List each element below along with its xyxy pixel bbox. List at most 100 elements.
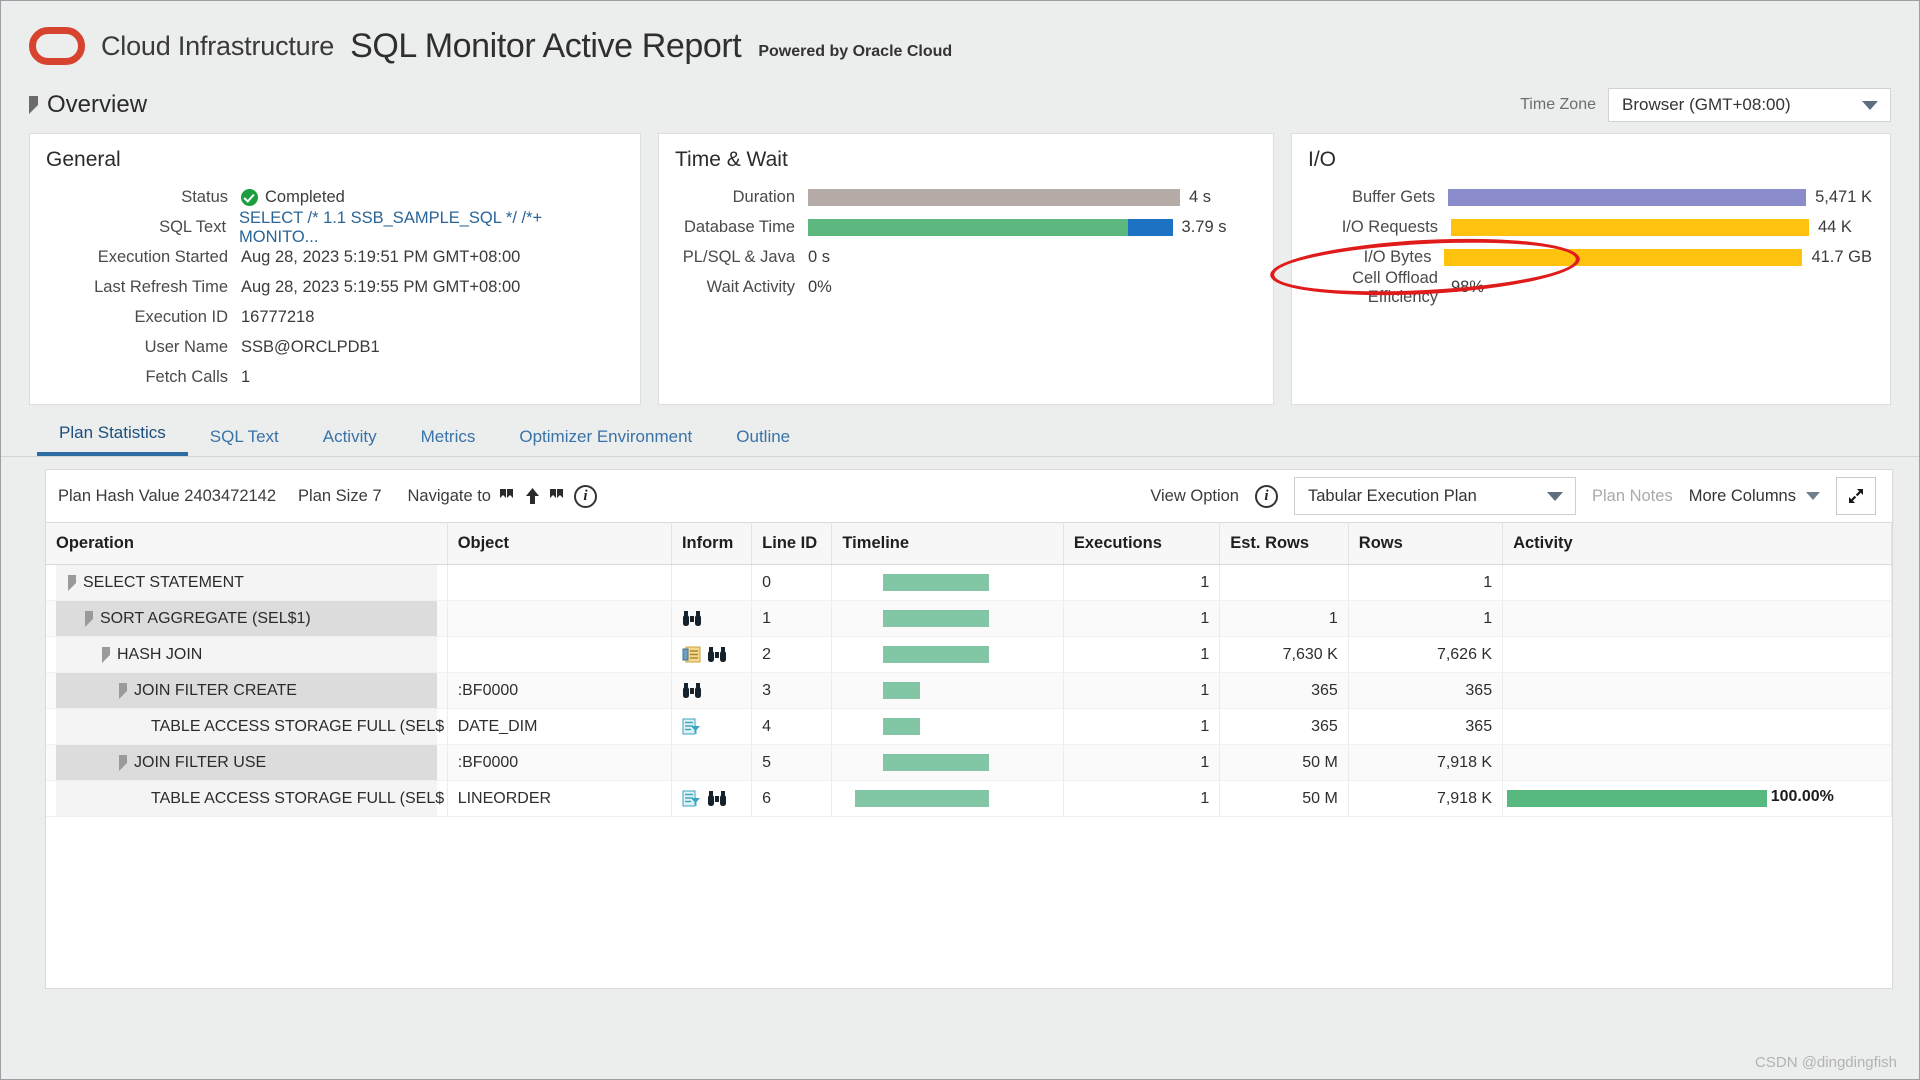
tab-sql-text[interactable]: SQL Text	[188, 427, 301, 456]
column-header-operation[interactable]: Operation	[46, 522, 448, 565]
navigate-up-icon[interactable]	[524, 487, 541, 506]
tab-optimizer-environment[interactable]: Optimizer Environment	[497, 427, 714, 456]
activity-bar	[1507, 790, 1767, 807]
cell-line-id: 3	[751, 672, 833, 709]
timezone-value: Browser (GMT+08:00)	[1622, 95, 1791, 114]
tab-activity[interactable]: Activity	[301, 427, 399, 456]
navigate-last-icon[interactable]	[548, 487, 567, 506]
table-row[interactable]: HASH JOIN 2 1 7,630 K 7,626 K	[46, 636, 1892, 673]
column-header-inform[interactable]: Inform	[671, 522, 753, 565]
cell-executions: 1	[1063, 636, 1221, 673]
io-row-label: Buffer Gets	[1351, 188, 1436, 206]
time_wait-row: Database Time 3.79 s	[675, 216, 1255, 239]
tab-outline[interactable]: Outline	[714, 427, 812, 456]
binoculars-icon[interactable]	[682, 682, 702, 700]
tab-bar: Plan Statistics SQL Text Activity Metrics Op…	[1, 405, 1919, 457]
note-icon[interactable]	[682, 646, 701, 663]
cell-executions: 1	[1063, 600, 1221, 637]
chevron-down-icon	[1546, 491, 1563, 501]
general-card-title: General	[46, 148, 121, 171]
view-option-info-icon[interactable]: i	[1254, 484, 1278, 508]
expand-panel-button[interactable]	[1836, 477, 1876, 515]
expand-triangle-icon[interactable]	[102, 646, 110, 663]
binoculars-icon[interactable]	[707, 646, 727, 664]
filter-table-icon[interactable]	[682, 790, 701, 808]
navigate-first-icon[interactable]	[498, 487, 517, 506]
table-row[interactable]: SELECT STATEMENT 0 1 1	[46, 564, 1892, 601]
general-row-value[interactable]: SELECT /* 1.1 SSB_SAMPLE_SQL */ /*+ MONI…	[239, 209, 622, 247]
time_wait-row-label: Database Time	[684, 218, 795, 236]
table-row[interactable]: SORT AGGREGATE (SEL$1) 1 1 1 1	[46, 600, 1892, 637]
navigate-to-group: Navigate to i	[408, 484, 597, 508]
column-header-line-id[interactable]: Line ID	[751, 522, 833, 565]
overview-toggle[interactable]: Overview	[29, 91, 147, 119]
cell-object: :BF0000	[447, 744, 672, 781]
check-circle-icon	[241, 189, 258, 206]
cell-rows: 7,918 K	[1348, 744, 1504, 781]
table-row[interactable]: JOIN FILTER USE:BF0000 5 1 50 M 7,918 K	[46, 744, 1892, 781]
time-and-wait-card: Time & Wait Duration 4 s Database Time 3.79…	[658, 133, 1274, 405]
cell-operation: HASH JOIN	[46, 636, 448, 673]
filter-table-icon[interactable]	[682, 718, 701, 736]
expand-triangle-icon[interactable]	[68, 574, 76, 591]
column-header-executions[interactable]: Executions	[1063, 522, 1221, 565]
cell-est-rows: 50 M	[1219, 780, 1349, 817]
bar-segment	[1451, 219, 1809, 236]
column-header-rows[interactable]: Rows	[1348, 522, 1504, 565]
time_wait-row-bar: 4 s	[808, 188, 1211, 207]
timezone-select[interactable]: Browser (GMT+08:00)	[1608, 88, 1891, 122]
more-columns-label: More Columns	[1688, 486, 1796, 505]
plan-notes-button[interactable]: Plan Notes	[1592, 487, 1673, 506]
timeline-bar	[883, 718, 920, 735]
cell-timeline	[831, 564, 1064, 601]
cell-timeline	[831, 600, 1064, 637]
table-row[interactable]: TABLE ACCESS STORAGE FULL (SEL$ DATE_DIM 4…	[46, 708, 1892, 745]
timeline-bar	[883, 610, 990, 627]
column-header-activity[interactable]: Activity	[1502, 522, 1892, 565]
binoculars-icon[interactable]	[682, 610, 702, 628]
view-option-select[interactable]: Tabular Execution Plan	[1293, 477, 1576, 515]
bar-segment	[808, 189, 1180, 206]
cell-operation: JOIN FILTER CREATE	[46, 672, 448, 709]
cell-timeline	[831, 636, 1064, 673]
cell-activity	[1502, 636, 1892, 673]
binoculars-icon[interactable]	[707, 790, 727, 808]
column-header-object[interactable]: Object	[447, 522, 672, 565]
plan-statistics-panel: Plan Hash Value 2403472142 Plan Size 7 N…	[45, 469, 1893, 989]
more-columns-dropdown[interactable]: More Columns	[1689, 487, 1820, 506]
cell-inform	[671, 636, 753, 673]
time_wait-row: Wait Activity 0%	[675, 276, 1255, 299]
tab-metrics[interactable]: Metrics	[399, 427, 498, 456]
time_wait-row-label: Duration	[732, 188, 795, 206]
table-row[interactable]: JOIN FILTER CREATE:BF0000 3 1 365 365	[46, 672, 1892, 709]
plan-toolbar: Plan Hash Value 2403472142 Plan Size 7 N…	[46, 470, 1892, 522]
cell-inform	[671, 744, 753, 781]
bar-segment	[1444, 249, 1803, 266]
cell-executions: 1	[1063, 672, 1221, 709]
general-row-value: Aug 28, 2023 5:19:51 PM GMT+08:00	[241, 248, 521, 266]
table-row[interactable]: TABLE ACCESS STORAGE FULL (SEL$ LINEORDER…	[46, 780, 1892, 817]
cell-object: LINEORDER	[447, 780, 672, 817]
cell-activity	[1502, 600, 1892, 637]
brand-cloud-label: Cloud Infrastructure	[101, 30, 335, 61]
column-header-timeline[interactable]: Timeline	[831, 522, 1064, 565]
tab-plan-statistics[interactable]: Plan Statistics	[37, 423, 188, 456]
cell-timeline	[831, 708, 1064, 745]
cell-operation: JOIN FILTER USE	[46, 744, 448, 781]
expand-triangle-icon[interactable]	[119, 754, 127, 771]
io-row: Cell Offload Efficiency 98%	[1308, 269, 1872, 306]
overview-bar: Overview Time Zone Browser (GMT+08:00)	[1, 83, 1919, 127]
collapse-triangle-icon[interactable]	[29, 96, 38, 114]
cell-inform	[671, 672, 753, 709]
general-row: Fetch Calls 1	[46, 366, 622, 389]
expand-triangle-icon[interactable]	[85, 610, 93, 627]
general-row-label: Execution Started	[97, 248, 228, 266]
general-row-value: Aug 28, 2023 5:19:55 PM GMT+08:00	[241, 278, 521, 296]
table-header-row: Operation Object Inform Line ID Timeline Exec…	[46, 522, 1892, 565]
cell-est-rows	[1219, 564, 1349, 601]
io-row: Buffer Gets 5,471 K	[1308, 186, 1872, 209]
column-header-est-rows[interactable]: Est. Rows	[1219, 522, 1349, 565]
time_wait-row: PL/SQL & Java 0 s	[675, 246, 1255, 269]
navigate-info-icon[interactable]: i	[573, 484, 597, 508]
expand-triangle-icon[interactable]	[119, 682, 127, 699]
